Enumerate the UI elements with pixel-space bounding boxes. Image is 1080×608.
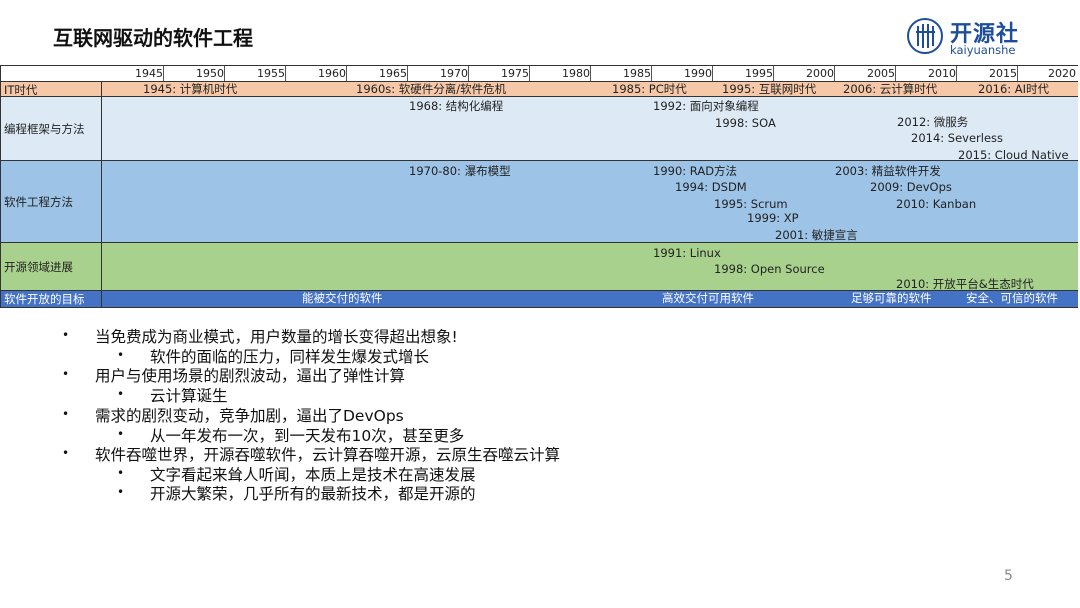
event: 1960s: 软硬件分离/软件危机 [356,82,507,96]
bullet-marker: • [62,367,70,381]
bullet-marker: • [117,485,125,499]
event: 1990: RAD方法 [653,164,738,178]
year-label: 2010 [928,67,956,80]
year-tick [285,66,286,82]
year-tick [834,66,835,82]
year-label: 2020 [1048,67,1076,80]
bullet-marker: • [117,387,125,401]
year-tick [651,66,652,82]
event: 1968: 结构化编程 [409,99,504,113]
event: 1998: SOA [715,116,776,130]
row-it-era: IT时代 1945: 计算机时代 1960s: 软硬件分离/软件危机 1985:… [0,81,1078,97]
year-label: 1945 [135,67,163,80]
row-label: 开源领域进展 [0,243,102,291]
row-label: 软件工程方法 [0,161,102,243]
event: 1945: 计算机时代 [143,82,238,96]
year-tick [529,66,530,82]
row-opensource: 开源领域进展 1991: Linux 1998: Open Source 201… [0,242,1078,291]
year-tick [163,66,164,82]
row-method: 软件工程方法 1970-80: 瀑布模型 1990: RAD方法 1994: D… [0,160,1078,243]
event: 2012: 微服务 [897,115,969,129]
logo-text-en: kaiyuanshe [950,43,1016,57]
bullet-item: 软件吞噬世界，开源吞噬软件，云计算吞噬开源，云原生吞噬云计算 [95,446,561,464]
event: 1998: Open Source [714,262,825,276]
event: 2014: Severless [911,131,1004,145]
year-label: 1995 [745,67,773,80]
year-tick [590,66,591,82]
year-label: 1955 [257,67,285,80]
year-label: 1980 [562,67,590,80]
bullet-item: 当免费成为商业模式，用户数量的增长变得超出想象! [95,328,458,346]
event: 2010: Kanban [896,197,977,211]
event: 1994: DSDM [675,180,747,194]
year-tick [895,66,896,82]
row-goal: 软件开放的目标 能被交付的软件 高效交付可用软件 足够可靠的软件 安全、可信的软… [0,290,1078,308]
event: 能被交付的软件 [302,291,383,305]
event: 1970-80: 瀑布模型 [409,164,511,178]
bullet-subitem: 云计算诞生 [150,387,228,405]
slide-title: 互联网驱动的软件工程 [53,26,253,50]
bullet-marker: • [117,348,125,362]
year-tick [346,66,347,82]
row-label: 软件开放的目标 [0,291,102,307]
event: 1985: PC时代 [612,82,687,96]
year-tick [1017,66,1018,82]
year-label: 2000 [806,67,834,80]
year-label: 1970 [440,67,468,80]
event: 1995: 互联网时代 [722,82,817,96]
year-label: 1990 [684,67,712,80]
kaiyuanshe-logo: 开源社 kaiyuanshe [906,14,1036,60]
year-tick [956,66,957,82]
page-number: 5 [1004,568,1013,584]
year-label: 2005 [867,67,895,80]
year-label: 1950 [196,67,224,80]
year-label: 1985 [623,67,651,80]
row-label: 编程框架与方法 [0,97,102,161]
year-tick [773,66,774,82]
event: 高效交付可用软件 [662,291,754,305]
year-tick [712,66,713,82]
bullet-marker: • [117,427,125,441]
event: 2006: 云计算时代 [843,82,938,96]
timeline-table: 1945 1950 1955 1960 1965 1970 1975 1980 … [0,65,1078,308]
event: 2001: 敏捷宣言 [775,228,858,242]
event: 1992: 面向对象编程 [653,99,759,113]
event: 足够可靠的软件 [851,291,932,305]
event: 安全、可信的软件 [966,291,1058,305]
year-tick [468,66,469,82]
event: 1991: Linux [653,246,721,260]
bullet-subitem: 开源大繁荣，几乎所有的最新技术，都是开源的 [150,485,476,503]
table-corner [0,65,104,82]
bullet-marker: • [62,328,70,342]
bullet-marker: • [62,407,70,421]
event: 1995: Scrum [714,197,788,211]
row-framework: 编程框架与方法 1968: 结构化编程 1992: 面向对象编程 1998: S… [0,96,1078,162]
event: 1999: XP [747,211,799,225]
row-label: IT时代 [0,82,102,97]
kaiyuanshe-logo-icon [907,18,943,54]
bullet-item: 用户与使用场景的剧烈波动，逼出了弹性计算 [95,367,406,385]
year-tick [224,66,225,82]
event: 2009: DevOps [870,180,952,194]
year-tick [407,66,408,82]
year-label: 1975 [501,67,529,80]
bullet-marker: • [117,466,125,480]
event: 2003: 精益软件开发 [835,164,941,178]
bullet-item: 需求的剧烈变动，竞争加剧，逼出了DevOps [95,407,404,425]
bullet-marker: • [62,446,70,460]
year-label: 1965 [379,67,407,80]
year-label: 2015 [989,67,1017,80]
year-label: 1960 [318,67,346,80]
event: 2016: AI时代 [978,82,1050,96]
